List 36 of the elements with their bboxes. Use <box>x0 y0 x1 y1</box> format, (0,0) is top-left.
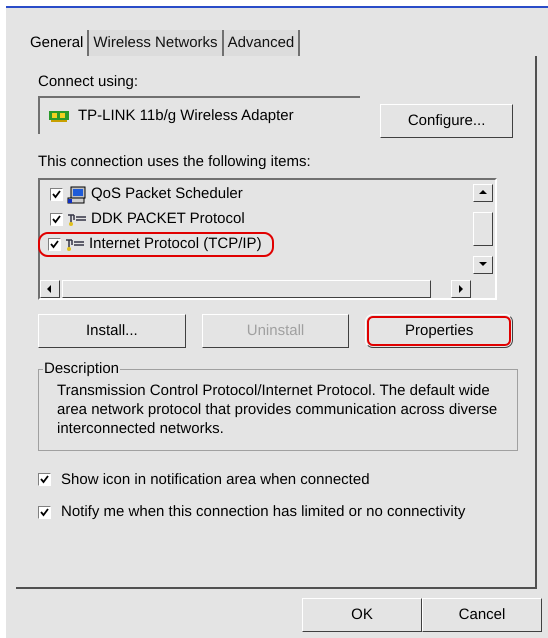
scroll-button[interactable] <box>451 280 471 298</box>
computer-icon <box>67 186 87 204</box>
network-protocol-icon <box>65 238 85 252</box>
configure-button[interactable]: Configure... <box>380 104 513 138</box>
checkbox[interactable] <box>50 188 63 201</box>
action-button[interactable]: Properties <box>365 314 514 348</box>
list-item[interactable]: DDK PACKET Protocol <box>40 207 257 232</box>
checkbox[interactable] <box>38 506 51 519</box>
network-protocol-icon <box>67 212 87 226</box>
item-label: QoS Packet Scheduler <box>91 184 243 204</box>
scroll-button[interactable] <box>473 184 493 202</box>
dialog-button[interactable]: OK <box>302 598 422 632</box>
item-label: DDK PACKET Protocol <box>91 209 245 230</box>
network-card-icon <box>48 109 70 123</box>
tab[interactable]: Wireless Networks <box>89 30 224 56</box>
checkbox[interactable] <box>50 213 63 226</box>
dialog-button[interactable]: Cancel <box>422 598 542 632</box>
description-text: Transmission Control Protocol/Internet Protocol. The default wide area network protocol that provides communication across diverse interconnected networks. <box>57 380 498 438</box>
adapter-name: TP-LINK 11b/g Wireless Adapter <box>78 106 294 126</box>
connect-using-label: Connect using: <box>38 72 140 92</box>
option-label: Show icon in notification area when connected <box>61 470 370 490</box>
list-item[interactable]: Internet Protocol (TCP/IP) <box>38 232 274 257</box>
items-label: This connection uses the following items: <box>38 152 312 172</box>
action-button[interactable]: Install... <box>38 314 186 348</box>
checkbox[interactable] <box>48 238 61 251</box>
scrollbar-thumb[interactable] <box>62 280 431 298</box>
option-label: Notify me when this connection has limited or no connectivity <box>61 502 466 522</box>
scrollbar-thumb[interactable] <box>473 212 493 246</box>
item-label: Internet Protocol (TCP/IP) <box>89 234 262 254</box>
description-title: Description <box>43 359 120 379</box>
tab[interactable]: Advanced <box>224 30 300 56</box>
checkbox[interactable] <box>38 473 51 486</box>
scroll-button[interactable] <box>40 280 60 298</box>
scroll-button[interactable] <box>473 256 493 274</box>
list-item[interactable]: QoS Packet Scheduler <box>40 182 255 207</box>
right-arrow-icon <box>456 284 466 294</box>
